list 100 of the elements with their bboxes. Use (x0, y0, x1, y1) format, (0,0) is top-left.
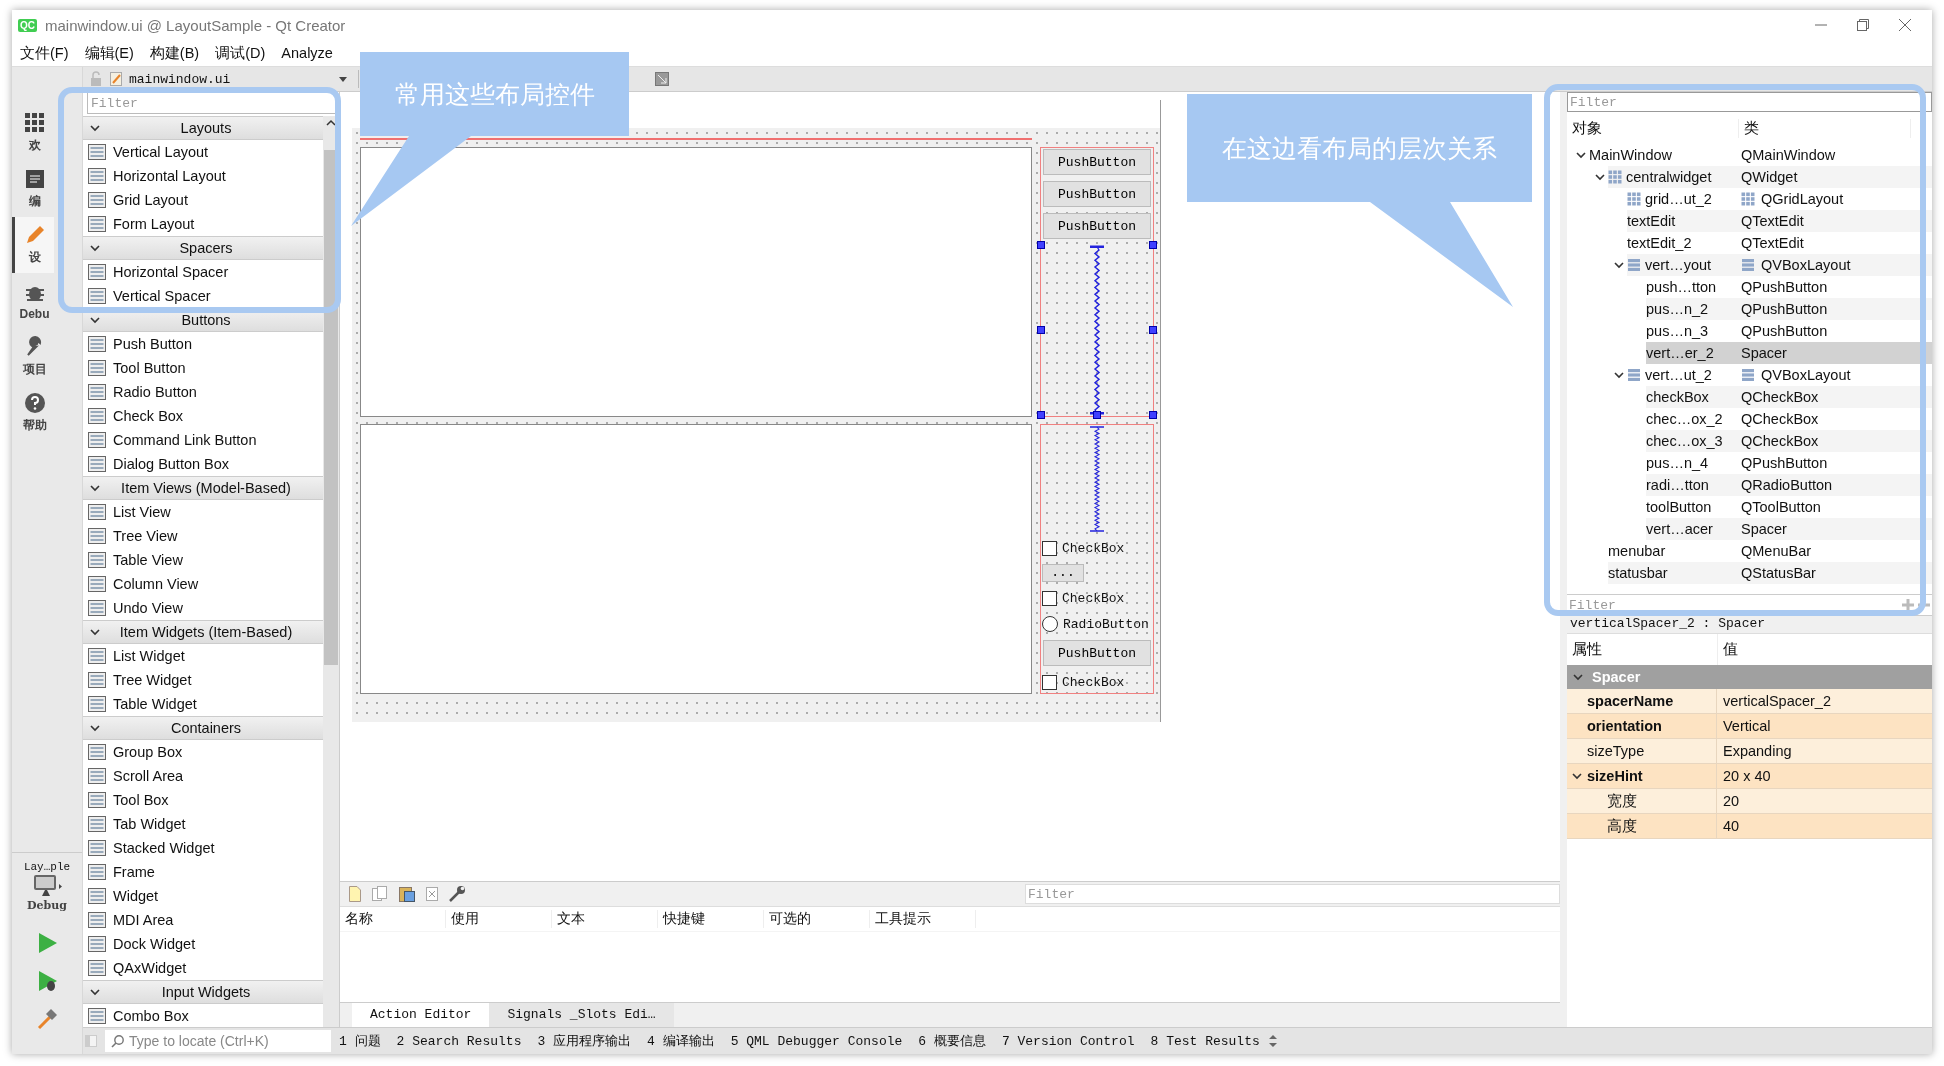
sidebar-toggle-icon[interactable] (83, 1033, 99, 1049)
output-pane-button[interactable]: 7 Version Control (993, 1033, 1143, 1049)
filter-field[interactable]: Filter (87, 92, 337, 114)
widget-item[interactable]: Frame (113, 864, 155, 880)
tab[interactable]: Signals _Slots Edi… (489, 1003, 674, 1027)
widget-item[interactable]: Widget (113, 888, 159, 904)
chevron-icon[interactable] (89, 122, 101, 134)
chevron-icon[interactable] (89, 986, 101, 998)
mode-button[interactable]: 欢 (12, 105, 54, 161)
debug-run-icon[interactable] (36, 970, 58, 992)
property-value[interactable]: 20 (1717, 789, 1740, 813)
category-header[interactable]: Layouts (83, 116, 323, 140)
vertical-spacer[interactable] (1089, 426, 1105, 532)
mode-button[interactable]: 编 (12, 161, 54, 217)
expand-collapse-icon[interactable] (1267, 1034, 1278, 1048)
property-value[interactable]: verticalSpacer_2 (1717, 689, 1831, 713)
mode-button[interactable]: Debu (12, 273, 54, 329)
property-value[interactable]: Expanding (1717, 739, 1792, 763)
property-value[interactable]: 40 (1717, 814, 1740, 838)
resize-handle[interactable] (1037, 411, 1045, 419)
resize-handle[interactable] (1093, 411, 1101, 419)
chevron-icon[interactable] (89, 314, 101, 326)
close-icon[interactable] (1898, 18, 1912, 32)
menu-item[interactable]: Analyze (273, 45, 341, 61)
paste-icon[interactable] (398, 885, 416, 903)
checkbox[interactable] (1042, 674, 1057, 690)
widget-item[interactable]: List Widget (113, 648, 185, 664)
scrollbar[interactable] (323, 116, 339, 1027)
menu-item[interactable]: 编辑(E) (76, 43, 142, 63)
tab[interactable]: Action Editor (352, 1003, 490, 1027)
output-pane-button[interactable]: 6 概要信息 (910, 1032, 994, 1050)
resize-handle[interactable] (1149, 411, 1157, 419)
locator-field[interactable]: Type to locate (Ctrl+K) (105, 1030, 331, 1052)
filter-field[interactable]: Filter (1567, 92, 1932, 112)
category-header[interactable]: Containers (83, 716, 323, 740)
resize-handle[interactable] (1037, 241, 1045, 249)
output-pane-button[interactable]: 3 应用程序输出 (529, 1032, 640, 1050)
widget-item[interactable]: Dock Widget (113, 936, 196, 952)
checkbox[interactable] (1042, 590, 1057, 606)
widget-item[interactable]: Column View (113, 576, 199, 592)
chevron-icon[interactable] (89, 242, 101, 254)
widget-item[interactable]: Command Link Button (113, 432, 257, 448)
vertical-spacer[interactable] (1089, 245, 1105, 415)
file-name[interactable]: mainwindow.ui (129, 71, 231, 87)
widget-item[interactable]: Tree View (113, 528, 178, 544)
delete-icon[interactable] (425, 886, 439, 902)
menu-item[interactable]: 文件(F) (12, 43, 77, 63)
push-button[interactable]: PushButton (1043, 640, 1151, 666)
widget-item[interactable]: Form Layout (113, 216, 195, 232)
caret-icon[interactable] (338, 74, 349, 84)
output-pane-button[interactable]: 8 Test Results (1142, 1033, 1268, 1049)
widget-item[interactable]: Scroll Area (113, 768, 184, 784)
widget-item[interactable]: Table View (113, 552, 183, 568)
widget-item[interactable]: Table Widget (113, 696, 197, 712)
push-button[interactable]: PushButton (1043, 213, 1151, 239)
tree-item[interactable]: textEdit_2 (1627, 235, 1692, 251)
widget-item[interactable]: List View (113, 504, 171, 520)
resize-handle[interactable] (1037, 326, 1045, 334)
push-button[interactable]: PushButton (1043, 149, 1151, 175)
menu-item[interactable]: 调试(D) (207, 43, 274, 63)
mode-button[interactable]: 帮助 (12, 385, 54, 441)
widget-item[interactable]: Push Button (113, 336, 192, 352)
hammer-icon[interactable] (36, 1008, 58, 1030)
output-pane-button[interactable]: 4 编译输出 (639, 1032, 723, 1050)
radio-button[interactable] (1042, 616, 1058, 632)
widget-item[interactable]: Dialog Button Box (113, 456, 230, 472)
wrench-icon[interactable] (448, 885, 466, 903)
category-header[interactable]: Item Widgets (Item-Based) (83, 620, 323, 644)
monitor-icon[interactable] (32, 873, 62, 899)
tree-item[interactable]: chec…ox_2 (1646, 411, 1723, 427)
checkbox[interactable] (1042, 540, 1057, 556)
widget-item[interactable]: Check Box (113, 408, 184, 424)
menu-item[interactable]: 构建(B) (141, 43, 208, 63)
property-value[interactable]: 20 x 40 (1717, 764, 1771, 788)
widget-item[interactable]: Radio Button (113, 384, 197, 400)
widget-item[interactable]: Tab Widget (113, 816, 186, 832)
mode-button[interactable]: 项目 (12, 329, 54, 385)
widget-item[interactable]: Undo View (113, 600, 183, 616)
chevron-icon[interactable] (89, 626, 101, 638)
output-pane-button[interactable]: 2 Search Results (388, 1033, 530, 1049)
category-header[interactable]: Spacers (83, 236, 323, 260)
adjust-size-icon[interactable] (655, 72, 670, 86)
widget-item[interactable]: QAxWidget (113, 960, 187, 976)
chevron-icon[interactable] (89, 482, 101, 494)
tree-item[interactable]: toolButton (1646, 499, 1712, 515)
mode-button[interactable]: 设 (12, 217, 54, 273)
widget-item[interactable]: Stacked Widget (113, 840, 215, 856)
tree-item[interactable]: MainWindow (1589, 147, 1672, 163)
tree-item[interactable]: push…tton (1646, 279, 1717, 295)
category-header[interactable]: Input Widgets (83, 980, 323, 1004)
tool-button[interactable]: ... (1042, 564, 1084, 582)
widget-item[interactable]: Tool Box (113, 792, 169, 808)
widget-item[interactable]: Tree Widget (113, 672, 192, 688)
tree-item[interactable]: menubar (1608, 543, 1666, 559)
chevron-icon[interactable] (89, 722, 101, 734)
widget-item[interactable]: Tool Button (113, 360, 186, 376)
widget-item[interactable]: Group Box (113, 744, 183, 760)
widget-item[interactable]: Vertical Spacer (113, 288, 211, 304)
category-header[interactable]: Item Views (Model-Based) (83, 476, 323, 500)
widget-item[interactable]: Horizontal Spacer (113, 264, 229, 280)
